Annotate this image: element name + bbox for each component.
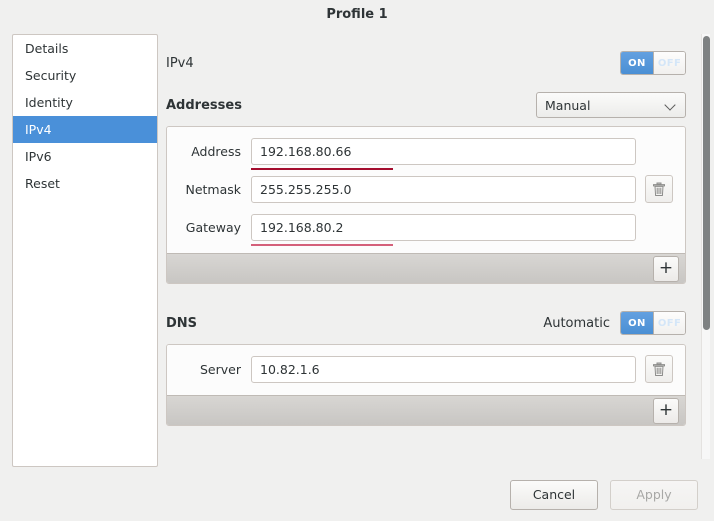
dns-automatic-label: Automatic bbox=[543, 315, 610, 331]
sidebar-item-label: Security bbox=[25, 68, 77, 83]
server-input[interactable] bbox=[251, 355, 636, 383]
input-wrapper bbox=[251, 213, 636, 246]
content-scrollbar[interactable] bbox=[701, 34, 710, 459]
sidebar-item-details[interactable]: Details bbox=[13, 35, 157, 62]
gateway-label: Gateway bbox=[185, 219, 241, 235]
input-wrapper bbox=[251, 137, 636, 170]
addresses-row-list: Address Netmask Gateway bbox=[167, 127, 685, 253]
sidebar-item-identity[interactable]: Identity bbox=[13, 89, 157, 116]
ipv4-enable-toggle[interactable]: ON OFF bbox=[620, 51, 686, 75]
ipv4-toggle-on-label: ON bbox=[621, 52, 653, 74]
window-title: Profile 1 bbox=[326, 6, 388, 22]
ipv4-header-row: IPv4 ON OFF bbox=[166, 46, 686, 80]
ipv4-toggle-off-label: OFF bbox=[653, 52, 685, 74]
addresses-heading: Addresses bbox=[166, 97, 242, 113]
sidebar-item-ipv6[interactable]: IPv6 bbox=[13, 143, 157, 170]
field-row: Gateway bbox=[179, 213, 673, 246]
scrollbar-thumb[interactable] bbox=[703, 36, 710, 330]
sidebar-item-security[interactable]: Security bbox=[13, 62, 157, 89]
address-input[interactable] bbox=[251, 137, 636, 165]
addresses-frame-footer: + bbox=[167, 253, 685, 283]
input-wrapper bbox=[251, 355, 636, 383]
chevron-down-icon bbox=[665, 99, 677, 111]
field-row: Netmask bbox=[179, 175, 673, 203]
dns-toggle-on-label: ON bbox=[621, 312, 653, 334]
delete-row-button[interactable] bbox=[645, 355, 673, 383]
sidebar-item-label: IPv4 bbox=[25, 122, 52, 137]
apply-button[interactable]: Apply bbox=[610, 479, 698, 510]
address-label: Address bbox=[191, 143, 241, 159]
netmask-input[interactable] bbox=[251, 175, 636, 203]
addresses-frame: Address Netmask Gateway + bbox=[166, 126, 686, 284]
dns-frame-footer: + bbox=[167, 395, 685, 425]
addresses-method-combobox[interactable]: Manual bbox=[536, 92, 686, 118]
field-row: Address bbox=[179, 137, 673, 170]
validation-error-underline bbox=[251, 243, 393, 246]
trash-icon bbox=[653, 182, 665, 196]
server-label: Server bbox=[200, 361, 241, 377]
ipv4-heading: IPv4 bbox=[166, 55, 194, 71]
netmask-label: Netmask bbox=[185, 181, 241, 197]
addresses-method-value: Manual bbox=[545, 97, 591, 113]
sidebar-item-label: Identity bbox=[25, 95, 73, 110]
addresses-header-row: Addresses Manual bbox=[166, 90, 686, 120]
input-wrapper bbox=[251, 175, 636, 203]
sidebar-item-label: Reset bbox=[25, 176, 60, 191]
dialog-body: Details Security Identity IPv4 IPv6 Reset IPv… bbox=[0, 28, 714, 468]
sidebar-item-label: Details bbox=[25, 41, 69, 56]
settings-content-area: IPv4 ON OFF Addresses Manual AddressN bbox=[158, 28, 714, 468]
trash-icon bbox=[653, 362, 665, 376]
cancel-button[interactable]: Cancel bbox=[510, 479, 598, 510]
gateway-input[interactable] bbox=[251, 213, 636, 241]
delete-row-button[interactable] bbox=[645, 175, 673, 203]
settings-sidebar: Details Security Identity IPv4 IPv6 Reset bbox=[12, 34, 158, 467]
field-row: Server bbox=[179, 355, 673, 383]
sidebar-item-reset[interactable]: Reset bbox=[13, 170, 157, 197]
dns-automatic-toggle[interactable]: ON OFF bbox=[620, 311, 686, 335]
validation-error-underline bbox=[251, 167, 393, 170]
sidebar-item-label: IPv6 bbox=[25, 149, 52, 164]
dns-toggle-off-label: OFF bbox=[653, 312, 685, 334]
add-address-button[interactable]: + bbox=[653, 255, 679, 282]
window-titlebar: Profile 1 bbox=[0, 0, 714, 28]
sidebar-item-ipv4[interactable]: IPv4 bbox=[13, 116, 157, 143]
dialog-action-bar: Cancel Apply bbox=[0, 468, 714, 521]
add-dns-server-button[interactable]: + bbox=[653, 397, 679, 424]
dns-frame: Server + bbox=[166, 344, 686, 426]
dns-heading: DNS bbox=[166, 315, 198, 331]
dns-header-row: DNS Automatic ON OFF bbox=[166, 308, 686, 338]
dns-row-list: Server bbox=[167, 345, 685, 395]
